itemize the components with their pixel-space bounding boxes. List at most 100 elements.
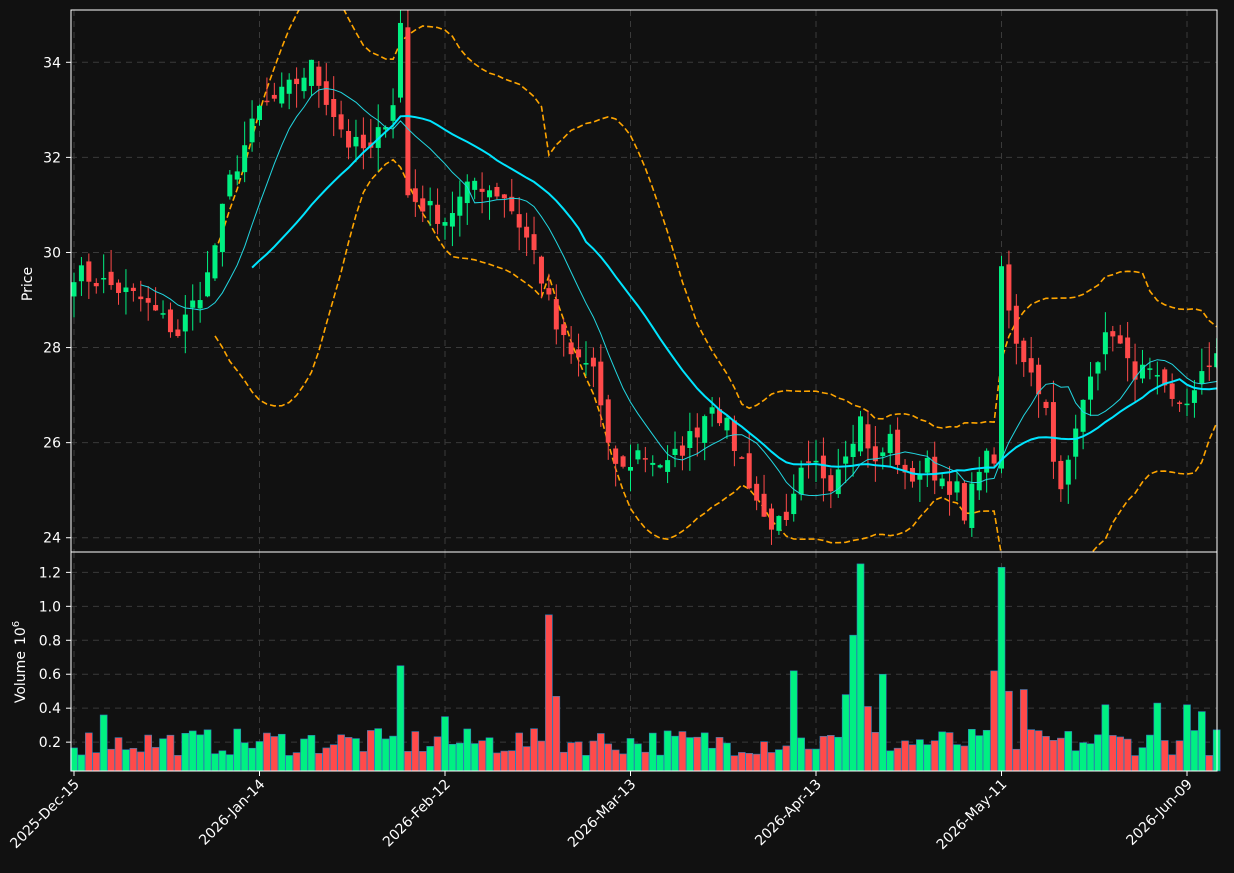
volume-bar: [530, 728, 538, 772]
candle-body: [783, 511, 789, 521]
candle-body: [724, 417, 730, 431]
candle-body: [1169, 383, 1175, 399]
candle-body: [909, 467, 915, 482]
volume-bar: [737, 752, 746, 772]
volume-tick-label: 1.0: [39, 599, 61, 615]
candle-body: [613, 448, 619, 464]
volume-bar: [678, 731, 687, 772]
volume-bar: [901, 740, 909, 772]
volume-bar: [938, 731, 946, 772]
candle-body: [212, 245, 218, 279]
candle-body: [457, 196, 463, 216]
volume-bar: [782, 745, 791, 772]
volume-bar: [804, 748, 813, 772]
candle-body: [487, 190, 493, 198]
volume-bar: [559, 751, 568, 772]
candle-body: [961, 483, 967, 521]
candle-body: [583, 363, 589, 365]
volume-axis-label: Volume: [13, 651, 29, 703]
price-tick-label: 28: [43, 341, 61, 357]
candle-body: [427, 200, 433, 206]
candle-body: [1191, 390, 1197, 403]
candle-body: [524, 226, 530, 238]
candle-body: [182, 314, 188, 332]
x-tick-label: 2026-Apr-13: [752, 777, 825, 850]
volume-bar: [107, 748, 115, 772]
volume-bar: [671, 735, 679, 772]
volume-bar: [1190, 730, 1199, 772]
candle-body: [709, 407, 715, 414]
candle-body: [642, 458, 648, 460]
volume-bar: [478, 740, 486, 772]
candle-body: [1102, 332, 1108, 355]
candle-body: [1050, 402, 1056, 462]
candle-body: [420, 198, 426, 212]
candle-body: [880, 452, 886, 457]
candle-body: [702, 416, 708, 443]
candle-body: [249, 118, 255, 143]
candle-body: [234, 171, 240, 180]
candle-body: [954, 481, 960, 493]
volume-bar: [337, 734, 345, 772]
volume-bar: [752, 753, 761, 772]
candle-body: [257, 105, 262, 121]
x-tick-label: 2026-Jun-09: [1124, 777, 1196, 849]
volume-bar: [1160, 740, 1169, 772]
volume-bar: [248, 747, 256, 772]
volume-bar: [1049, 739, 1058, 772]
candle-body: [501, 194, 507, 199]
volume-bar: [871, 731, 880, 772]
candle-body: [71, 282, 77, 297]
candle-body: [323, 81, 329, 105]
candle-body: [264, 100, 270, 103]
volume-bar: [277, 733, 286, 772]
volume-bar: [626, 738, 635, 772]
candle-body: [123, 287, 129, 293]
candle-body: [190, 300, 196, 308]
volume-bar: [463, 728, 472, 772]
volume-bar: [211, 753, 219, 772]
volume-bar: [968, 728, 976, 772]
volume-bar: [85, 732, 93, 772]
upper-band-line: [214, 10, 1217, 429]
bollinger-bands: [214, 10, 1217, 552]
volume-bar: [1086, 743, 1095, 772]
price-tick-label: 30: [43, 245, 61, 261]
volume-bar: [1123, 738, 1132, 772]
candle-body: [338, 114, 344, 130]
volume-bar: [648, 732, 657, 772]
volume-bar: [1109, 735, 1117, 772]
volume-bar: [1198, 711, 1206, 772]
volume-bar: [1175, 740, 1184, 772]
candle-body: [932, 456, 938, 481]
volume-bar: [997, 566, 1006, 772]
candle-body: [1095, 362, 1101, 374]
volume-tick-label: 0.4: [39, 701, 61, 717]
volume-bar: [389, 735, 397, 772]
candle-body: [316, 66, 322, 86]
volume-bar: [1005, 690, 1013, 772]
candle-body: [449, 213, 455, 227]
candle-body: [561, 324, 567, 336]
volume-bar: [619, 753, 627, 772]
volume-bar: [552, 696, 561, 772]
candle-body: [1132, 361, 1138, 380]
volume-bar: [1042, 736, 1050, 772]
volume-bar: [1027, 729, 1035, 772]
candle-body: [435, 204, 441, 224]
volume-bar: [537, 740, 546, 772]
candle-body: [776, 516, 782, 531]
candle-body: [1006, 264, 1012, 311]
candle-body: [442, 222, 448, 226]
chart-canvas: 24 26 28 30 32 34 0.2 0.4 0.6 0.8 1.0 1.2 2025-Dec…: [7, 9, 1221, 853]
volume-bar: [114, 737, 123, 772]
volume-tick-label: 0.2: [39, 735, 61, 751]
volume-bar: [226, 754, 234, 772]
volume-bar: [203, 729, 212, 772]
candle-body: [271, 94, 277, 99]
candle-body: [887, 433, 893, 454]
candle-body: [1184, 403, 1190, 406]
volume-bar: [1034, 730, 1043, 772]
volume-bar: [144, 734, 152, 772]
volume-bar: [270, 736, 279, 772]
